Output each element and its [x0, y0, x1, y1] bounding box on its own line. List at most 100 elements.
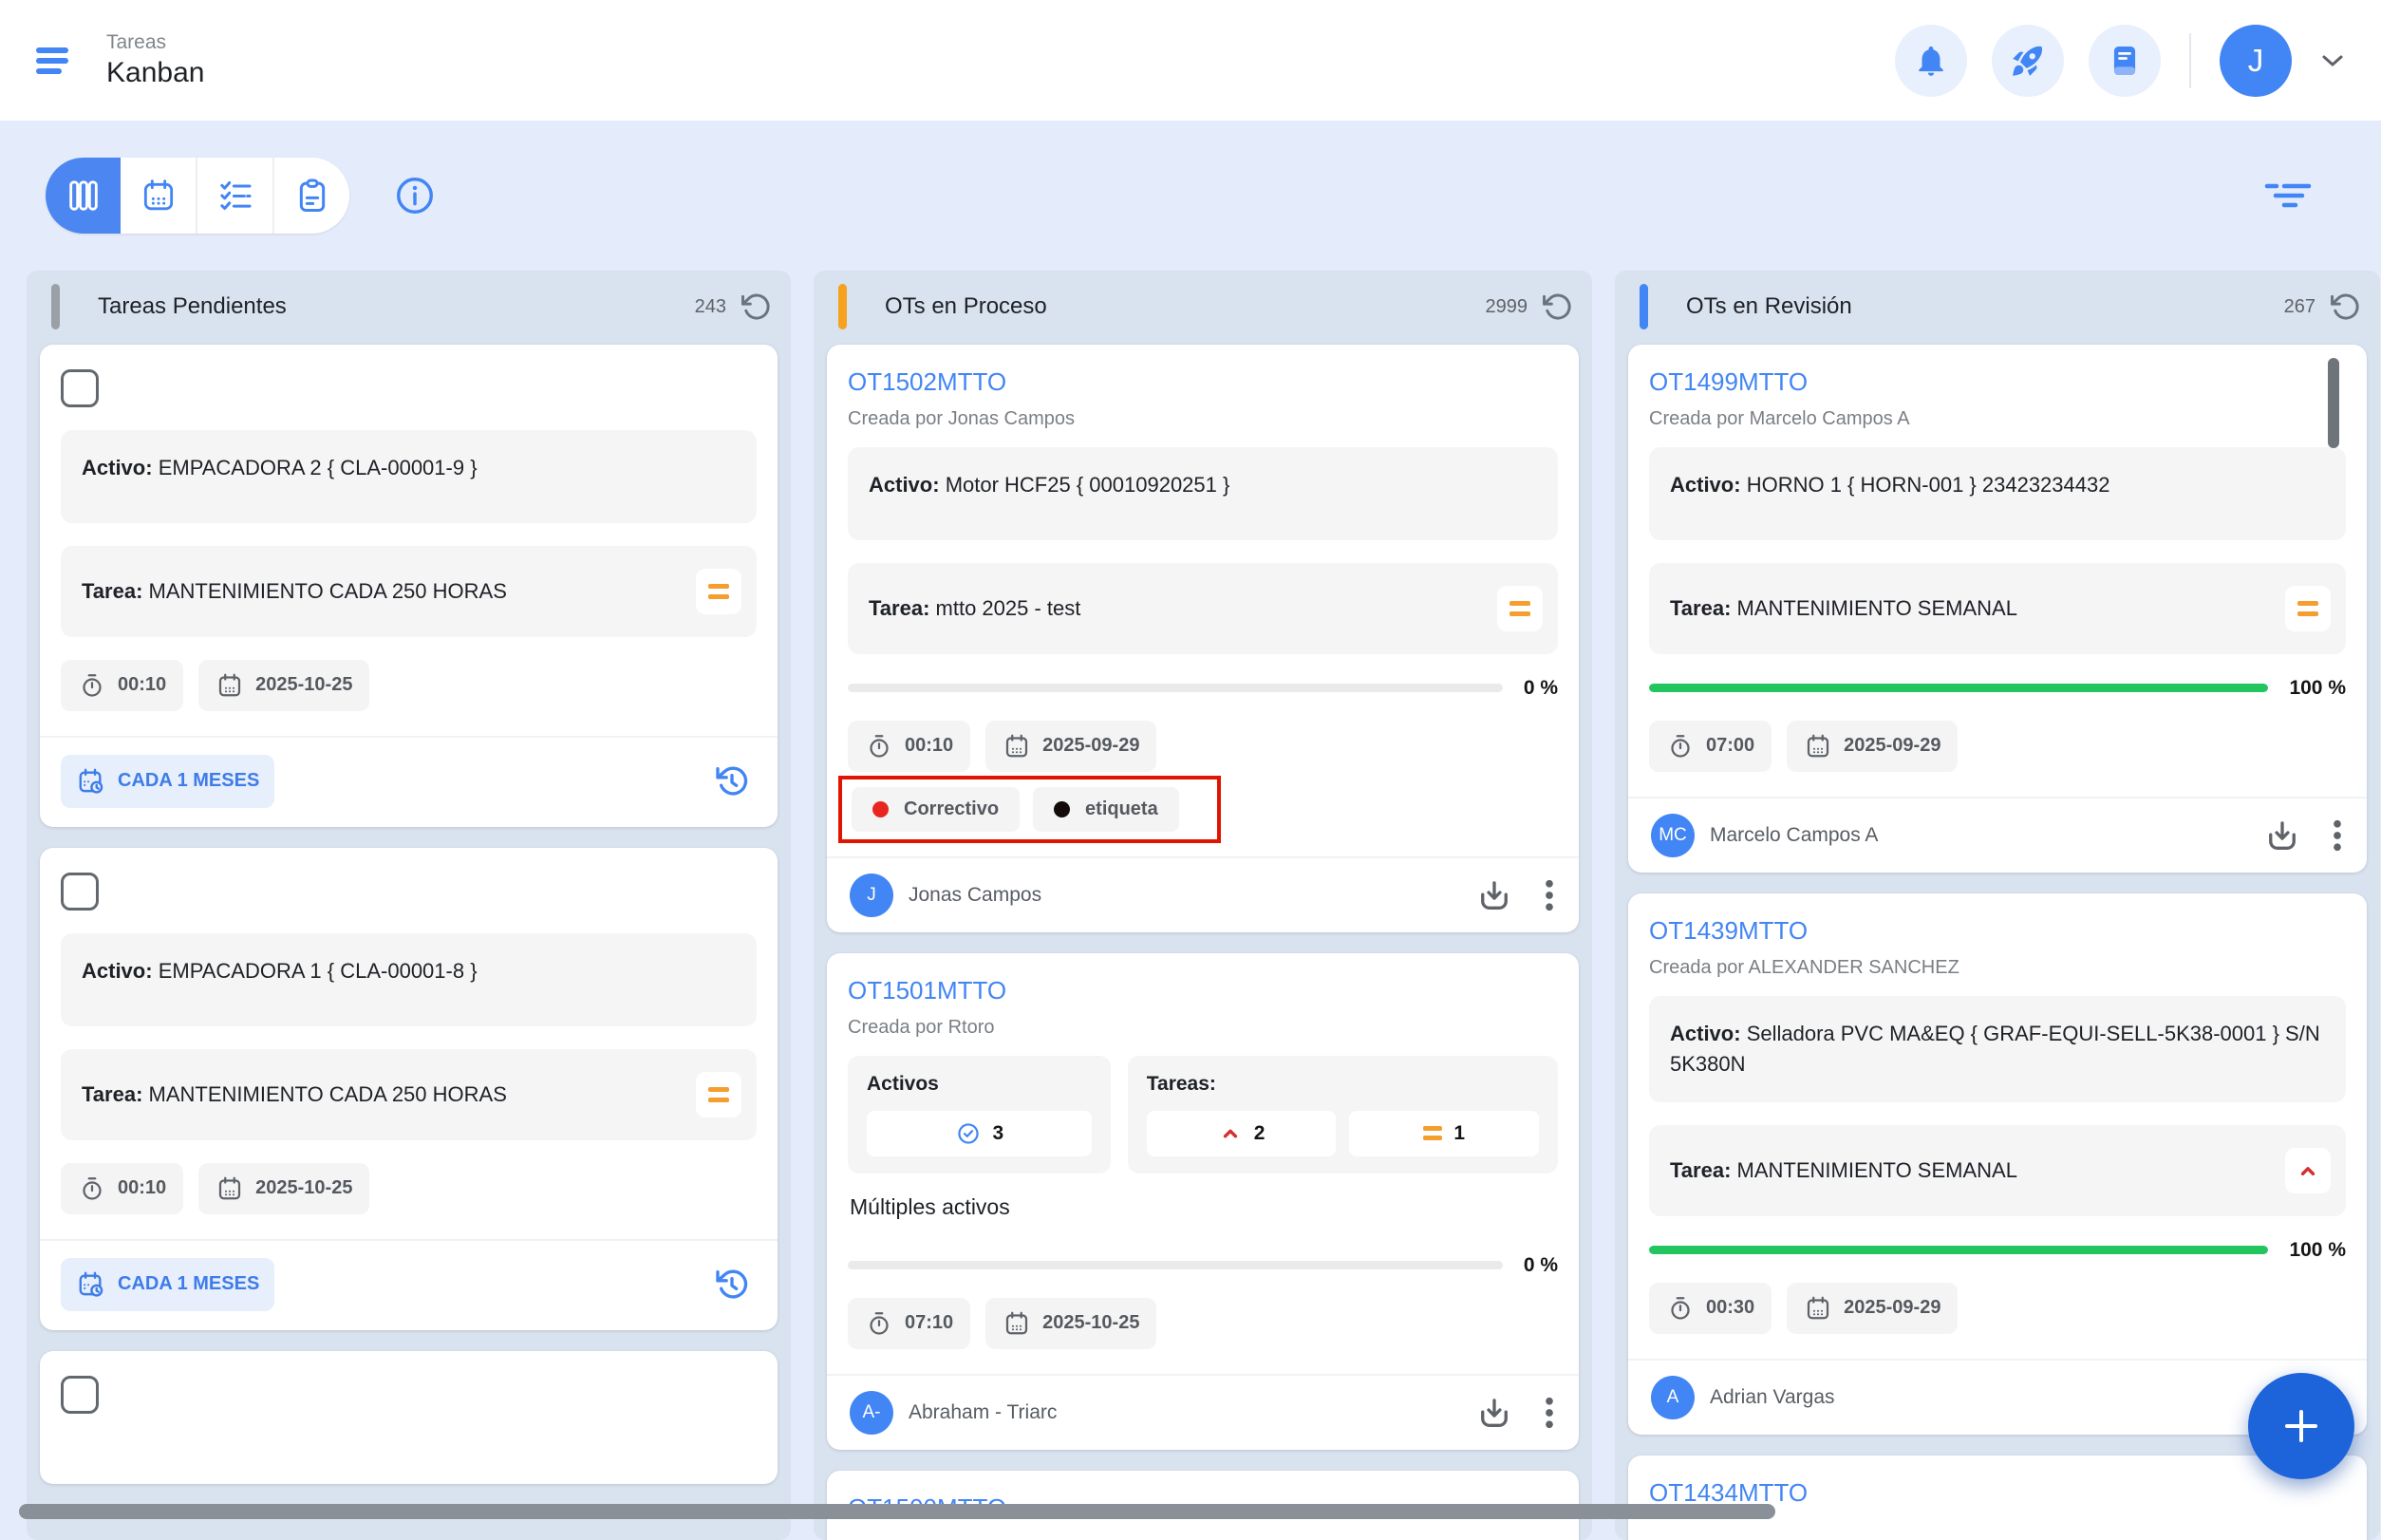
tarea-value: mtto 2025 - test — [936, 596, 1081, 620]
tag-color-dot — [1054, 801, 1070, 817]
tab-checklist-view[interactable] — [196, 158, 272, 234]
ot-card[interactable]: OT1502MTTO Creada por Jonas Campos Activ… — [827, 345, 1579, 932]
task-card[interactable] — [40, 1351, 778, 1484]
card-footer: CADA 1 MESES — [40, 736, 778, 827]
calendar-repeat-icon — [76, 1269, 106, 1300]
activo-value: EMPACADORA 2 { CLA-00001-9 } — [159, 456, 478, 479]
tab-clipboard-view[interactable] — [272, 158, 349, 234]
header-divider — [2189, 33, 2191, 88]
notifications-button[interactable] — [1895, 25, 1967, 97]
chip-row: 00:10 2025-10-25 — [61, 660, 757, 711]
recurrence-label: CADA 1 MESES — [118, 770, 259, 792]
tab-calendar-view[interactable] — [121, 158, 196, 234]
download-icon[interactable] — [1474, 1393, 1514, 1433]
tarea-label: Tarea: — [82, 579, 142, 603]
date-chip: 2025-09-29 — [1787, 1283, 1958, 1334]
summary-boxes: Activos 3 Tareas: — [848, 1056, 1558, 1174]
column-accent-bar — [1640, 284, 1648, 329]
download-icon[interactable] — [2262, 816, 2302, 855]
kebab-menu-icon[interactable] — [2331, 816, 2344, 855]
progress-row: 100 % — [1649, 1239, 2346, 1262]
assignee-name: Adrian Vargas — [1710, 1386, 1835, 1409]
tarea-field: Tarea: MANTENIMIENTO CADA 250 HORAS — [61, 1049, 757, 1140]
tarea-value: MANTENIMIENTO CADA 250 HORAS — [149, 1082, 507, 1106]
task-checkbox[interactable] — [61, 873, 99, 911]
duration-value: 00:10 — [118, 1177, 166, 1199]
history-icon[interactable] — [713, 762, 751, 800]
date-value: 2025-09-29 — [1844, 735, 1940, 757]
download-icon[interactable] — [1474, 875, 1514, 915]
activo-label: Activo: — [82, 959, 153, 983]
date-chip: 2025-09-29 — [1787, 721, 1958, 772]
filter-icon[interactable] — [2263, 179, 2313, 212]
task-checkbox[interactable] — [61, 369, 99, 407]
info-icon[interactable] — [393, 174, 437, 217]
refresh-icon[interactable] — [2329, 291, 2361, 323]
tarea-value: MANTENIMIENTO CADA 250 HORAS — [149, 579, 507, 603]
date-value: 2025-10-25 — [255, 1177, 352, 1199]
ot-link[interactable]: OT1499MTTO — [1649, 367, 2346, 397]
header-actions: J — [1895, 25, 2347, 97]
tarea-label: Tarea: — [1670, 596, 1731, 620]
column-accent-bar — [51, 284, 60, 329]
duration-chip: 00:10 — [61, 1163, 183, 1214]
vertical-scrollbar[interactable] — [2328, 358, 2339, 448]
activo-field: Activo: Selladora PVC MA&EQ { GRAF-EQUI-… — [1649, 996, 2346, 1102]
duration-chip: 07:10 — [848, 1298, 970, 1349]
ot-card[interactable]: OT1439MTTO Creada por ALEXANDER SANCHEZ … — [1628, 893, 2367, 1435]
calendar-repeat-icon — [76, 766, 106, 797]
horizontal-scrollbar[interactable] — [19, 1504, 1775, 1519]
hamburger-menu-icon[interactable] — [34, 44, 76, 78]
ot-link[interactable]: OT1501MTTO — [848, 976, 1558, 1005]
tab-kanban-view[interactable] — [46, 158, 121, 234]
kebab-menu-icon[interactable] — [1543, 875, 1556, 915]
calendar-icon — [216, 671, 244, 700]
card-footer: CADA 1 MESES — [40, 1239, 778, 1330]
tarea-field: Tarea: MANTENIMIENTO SEMANAL — [1649, 563, 2346, 654]
priority-high-icon — [2285, 1148, 2331, 1193]
app-header: Tareas Kanban — [0, 0, 2381, 121]
tarea-label: Tarea: — [869, 596, 929, 620]
ot-link[interactable]: OT1439MTTO — [1649, 916, 2346, 946]
chip-row: 00:30 2025-09-29 — [1649, 1283, 2346, 1334]
progress-track — [1649, 1246, 2268, 1254]
clipboard-view-icon — [293, 177, 331, 215]
date-value: 2025-09-29 — [1042, 735, 1139, 757]
task-checkbox[interactable] — [61, 1376, 99, 1414]
assignee-avatar: A — [1651, 1376, 1695, 1419]
priority-medium-icon — [696, 569, 741, 614]
history-icon[interactable] — [713, 1266, 751, 1304]
date-value: 2025-10-25 — [1042, 1312, 1139, 1334]
date-chip: 2025-09-29 — [985, 721, 1156, 772]
ot-card[interactable]: OT1501MTTO Creada por Rtoro Activos 3 — [827, 953, 1579, 1450]
activo-field: Activo: Motor HCF25 { 00010920251 } — [848, 447, 1558, 540]
ot-link[interactable]: OT1502MTTO — [848, 367, 1558, 397]
progress-label: 0 % — [1524, 677, 1558, 700]
refresh-icon[interactable] — [740, 291, 772, 323]
progress-fill — [1649, 1246, 2268, 1254]
priority-medium-icon — [696, 1072, 741, 1117]
activo-field: Activo: EMPACADORA 1 { CLA-00001-8 } — [61, 933, 757, 1026]
docs-button[interactable] — [2089, 25, 2161, 97]
assignee-name: Marcelo Campos A — [1710, 824, 1878, 847]
chip-row: 00:10 2025-10-25 — [61, 1163, 757, 1214]
user-avatar[interactable]: J — [2220, 25, 2292, 97]
ot-card[interactable]: OT1499MTTO Creada por Marcelo Campos A A… — [1628, 345, 2367, 873]
task-card[interactable]: Activo: EMPACADORA 1 { CLA-00001-8 } Tar… — [40, 848, 778, 1330]
check-circle-icon — [955, 1120, 982, 1147]
column-count: 267 — [2284, 296, 2315, 318]
refresh-icon[interactable] — [1541, 291, 1573, 323]
equals-orange-icon — [1423, 1126, 1442, 1140]
launcher-button[interactable] — [1992, 25, 2064, 97]
multiple-assets-label: Múltiples activos — [850, 1194, 1558, 1220]
task-card[interactable]: Activo: EMPACADORA 2 { CLA-00001-9 } Tar… — [40, 345, 778, 827]
ot-card[interactable]: OT1434MTTO — [1628, 1455, 2367, 1540]
add-button[interactable] — [2248, 1373, 2354, 1479]
activos-box: Activos 3 — [848, 1056, 1111, 1174]
chevron-down-icon[interactable] — [2318, 51, 2347, 70]
column-count: 2999 — [1486, 296, 1528, 318]
progress-row: 0 % — [848, 1254, 1558, 1277]
kebab-menu-icon[interactable] — [1543, 1393, 1556, 1433]
creator-label: Creada por Jonas Campos — [848, 408, 1558, 430]
view-switcher — [46, 158, 349, 234]
